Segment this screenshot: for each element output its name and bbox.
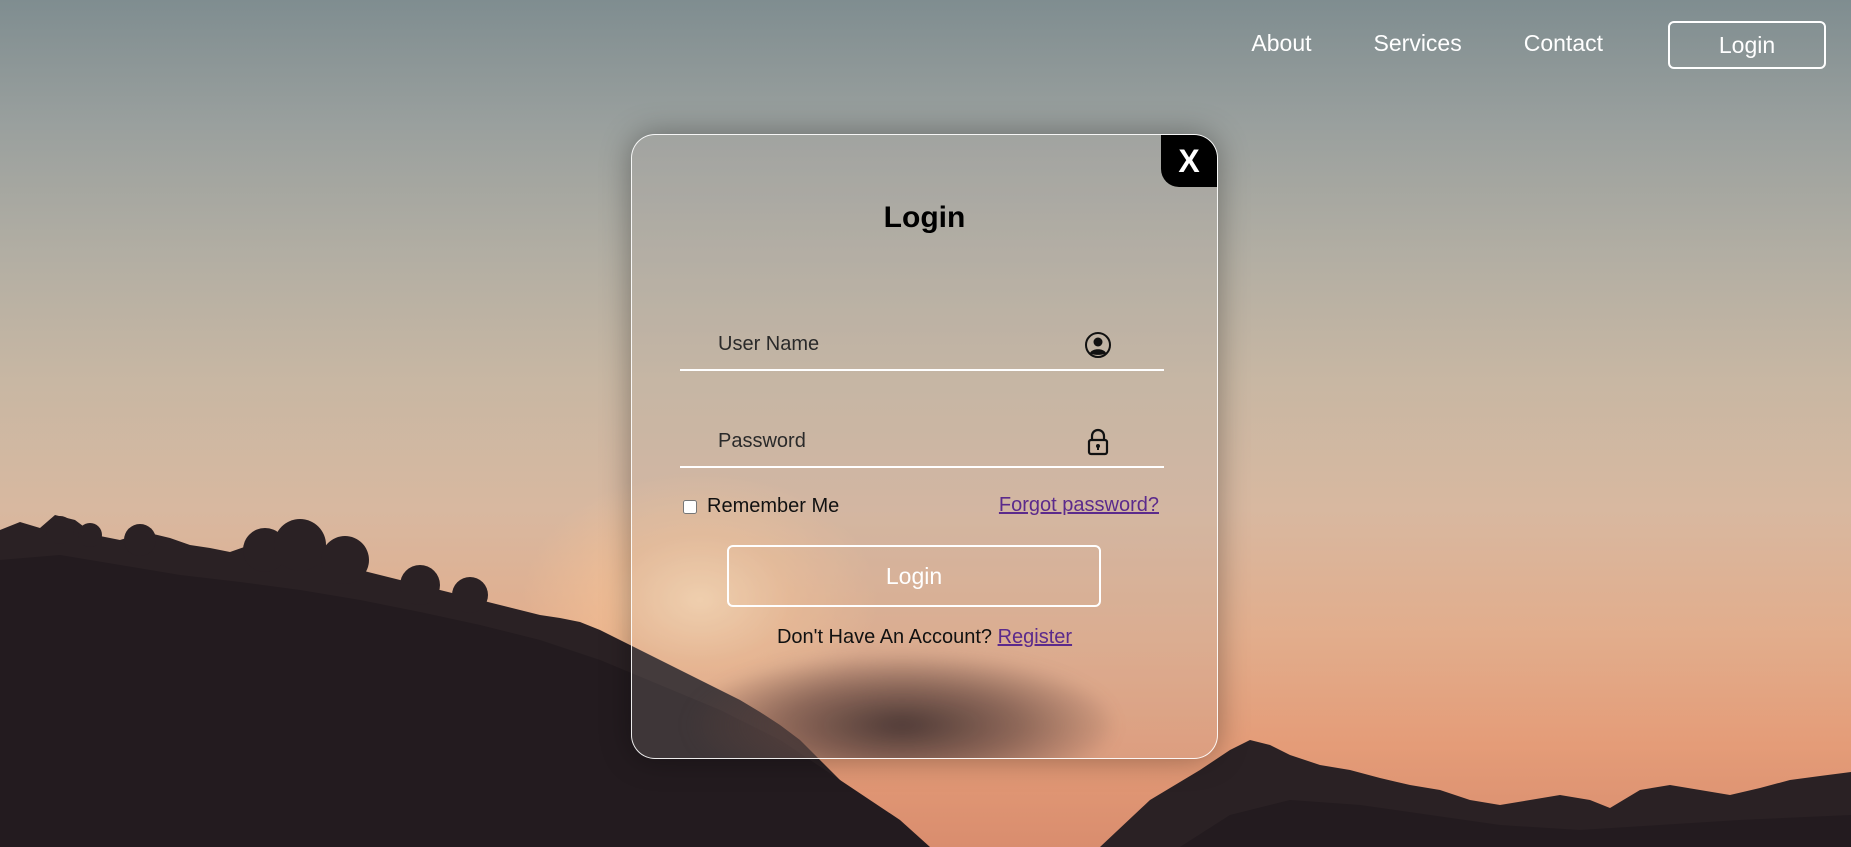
modal-title: Login — [883, 201, 966, 234]
login-submit-button[interactable]: Login — [727, 545, 1101, 607]
close-button[interactable]: X — [1161, 135, 1217, 187]
remember-me: Remember Me — [683, 495, 839, 518]
nav-login-button[interactable]: Login — [1668, 21, 1826, 69]
lock-icon — [1087, 428, 1109, 456]
password-input[interactable] — [716, 422, 1080, 460]
nav-link-about[interactable]: About — [1251, 30, 1311, 57]
forgot-password-link[interactable]: Forgot password? — [999, 494, 1159, 517]
remember-me-checkbox[interactable] — [683, 499, 697, 514]
close-icon: X — [1178, 142, 1200, 179]
username-field — [680, 311, 1164, 371]
register-link[interactable]: Register — [998, 626, 1072, 648]
nav-link-services[interactable]: Services — [1374, 30, 1462, 57]
username-input[interactable] — [716, 325, 1080, 363]
no-account-text: Don't Have An Account? — [776, 626, 993, 648]
password-field — [680, 408, 1164, 468]
register-prompt: Don't Have An Account? Register — [632, 626, 1217, 649]
user-circle-icon — [1085, 332, 1111, 358]
login-modal: X Login Remember Me Forgot password? Log… — [631, 134, 1218, 759]
remember-me-label: Remember Me — [707, 495, 840, 517]
nav-link-contact[interactable]: Contact — [1524, 30, 1603, 57]
modal-background-blur — [692, 655, 1112, 758]
top-navbar: About Services Contact Login — [1251, 0, 1851, 90]
